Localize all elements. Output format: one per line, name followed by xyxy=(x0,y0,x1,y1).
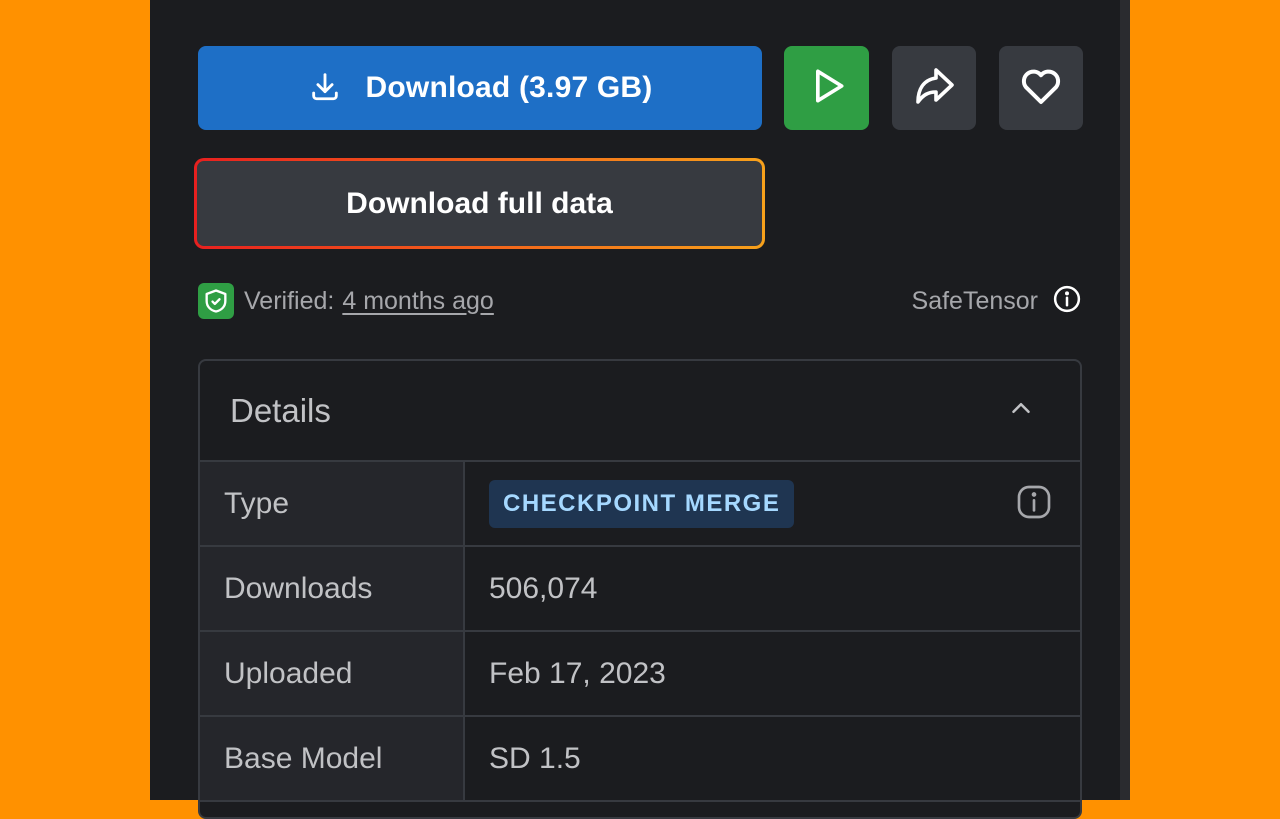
share-button[interactable] xyxy=(892,46,976,130)
verified-label: Verified: xyxy=(244,286,335,315)
details-header[interactable]: Details xyxy=(200,361,1080,462)
details-row-downloads: Downloads 506,074 xyxy=(200,547,1080,632)
details-key: Base Model xyxy=(200,717,465,800)
download-full-data-frame: Download full data xyxy=(194,158,765,249)
details-value: 506,074 xyxy=(489,571,598,605)
format-label: SafeTensor xyxy=(911,286,1038,315)
details-key: Type xyxy=(200,462,465,545)
details-row-uploaded: Uploaded Feb 17, 2023 xyxy=(200,632,1080,717)
share-icon xyxy=(910,62,958,115)
safetensor-format: SafeTensor xyxy=(912,282,1082,320)
details-row-base-model: Base Model SD 1.5 xyxy=(200,717,1080,802)
details-title: Details xyxy=(230,391,331,429)
shield-check-icon xyxy=(198,283,234,319)
download-icon xyxy=(308,69,342,108)
details-key: Downloads xyxy=(200,547,465,630)
chevron-up-icon[interactable] xyxy=(1006,393,1036,428)
details-value: SD 1.5 xyxy=(489,741,581,775)
panel-scrollbar[interactable] xyxy=(1120,0,1130,800)
type-info-icon[interactable] xyxy=(1014,482,1054,522)
info-icon[interactable] xyxy=(1052,284,1082,319)
like-button[interactable] xyxy=(999,46,1083,130)
details-value: Feb 17, 2023 xyxy=(489,656,666,690)
details-accordion: Details Type CHECKPOINT MERGE Downloads … xyxy=(198,359,1082,819)
run-button[interactable] xyxy=(784,46,869,130)
download-button-label: Download (3.97 GB) xyxy=(365,71,653,104)
download-button[interactable]: Download (3.97 GB) xyxy=(198,46,762,130)
details-row-type: Type CHECKPOINT MERGE xyxy=(200,462,1080,547)
details-value: CHECKPOINT MERGE xyxy=(465,462,1080,545)
verified-age-link[interactable]: 4 months ago xyxy=(342,287,494,316)
type-badge: CHECKPOINT MERGE xyxy=(489,479,795,528)
download-full-data-label: Download full data xyxy=(346,186,613,220)
details-key: Uploaded xyxy=(200,632,465,715)
play-icon xyxy=(805,64,849,113)
download-full-data-button[interactable]: Download full data xyxy=(197,161,762,246)
verified-status: Verified: 4 months ago xyxy=(198,282,494,320)
heart-icon xyxy=(1017,62,1065,115)
